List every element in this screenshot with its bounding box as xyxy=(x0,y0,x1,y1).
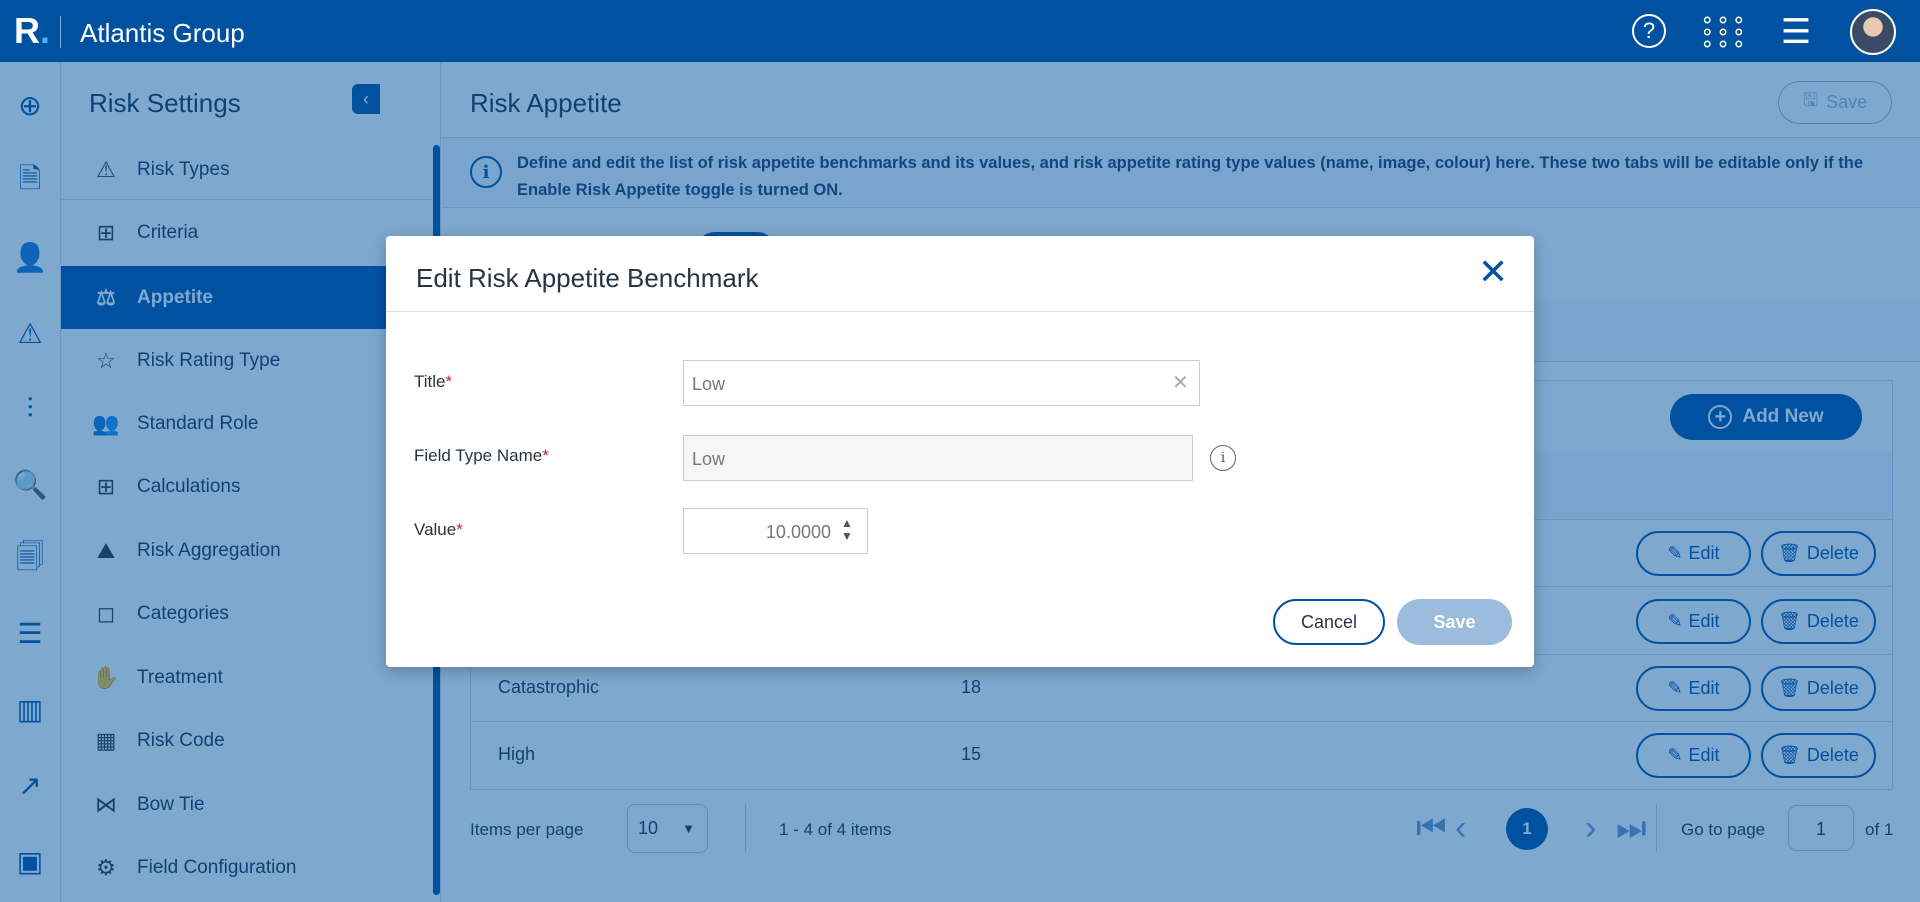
modal-save-button[interactable]: Save xyxy=(1397,599,1512,645)
field-type-name-input: Low xyxy=(683,435,1193,481)
title-input[interactable]: Low xyxy=(683,360,1200,406)
spinner-arrows-icon[interactable]: ▲ ▼ xyxy=(841,517,853,543)
logo[interactable]: R. xyxy=(14,10,50,52)
title-label: Title* xyxy=(414,372,453,391)
avatar[interactable] xyxy=(1850,9,1896,55)
divider xyxy=(386,311,1534,312)
edit-benchmark-modal: Edit Risk Appetite Benchmark ✕ Title* Lo… xyxy=(386,236,1534,667)
field-type-name-label: Field Type Name* xyxy=(414,446,549,465)
divider xyxy=(60,16,61,48)
clear-icon[interactable]: ✕ xyxy=(1172,370,1189,395)
info-icon[interactable]: i xyxy=(1210,445,1236,471)
cancel-button[interactable]: Cancel xyxy=(1273,599,1385,645)
top-bar: R. Atlantis Group ? ∘∘∘ ∘∘∘ ∘∘∘ ☰ xyxy=(0,0,1920,62)
modal-title: Edit Risk Appetite Benchmark xyxy=(416,263,759,293)
apps-grid-icon[interactable]: ∘∘∘ ∘∘∘ ∘∘∘ xyxy=(1700,9,1745,55)
close-icon[interactable]: ✕ xyxy=(1478,252,1508,292)
value-label: Value* xyxy=(414,520,463,539)
help-icon[interactable]: ? xyxy=(1632,14,1666,48)
menu-icon[interactable]: ☰ xyxy=(1778,13,1814,51)
app-title: Atlantis Group xyxy=(80,18,245,48)
